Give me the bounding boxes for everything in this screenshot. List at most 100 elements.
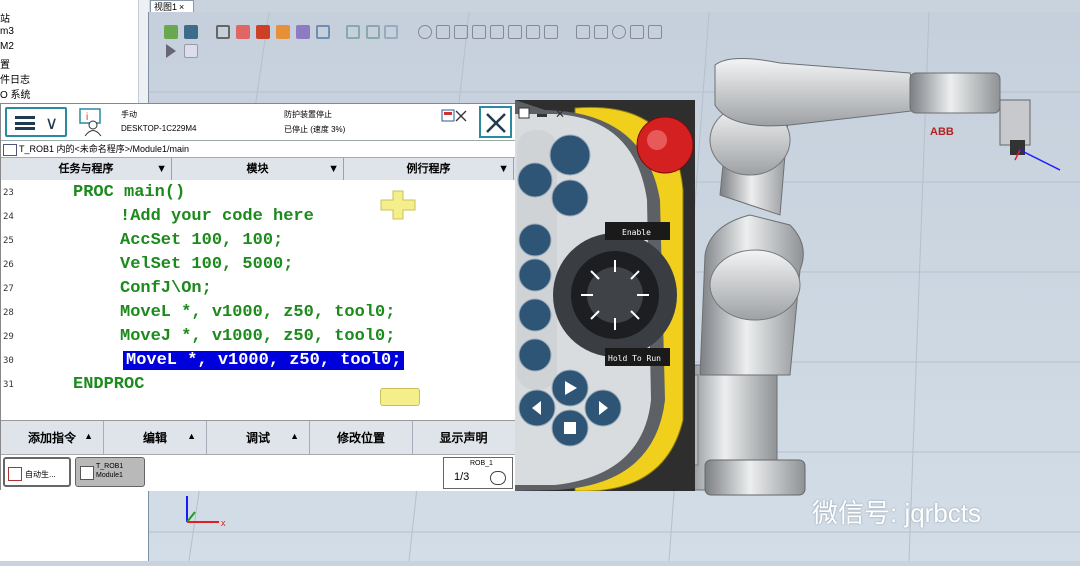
tab-view1-label: 视图1 [154, 2, 178, 12]
button-label: 调试 [245, 431, 270, 445]
code-line[interactable]: ConfJ\On; [120, 279, 212, 298]
snap-end-icon[interactable] [454, 25, 468, 39]
snap-grid-icon[interactable] [526, 25, 540, 39]
tree-item[interactable]: O 系统 [0, 86, 31, 101]
pendant-hardware: Enable Hold To Run ✕ [515, 100, 695, 491]
plus-key-icon[interactable] [380, 190, 416, 220]
measure-diameter-icon[interactable] [612, 25, 626, 39]
event-log-icon[interactable] [441, 109, 469, 123]
station-tree-panel: 站 m3 M2 置 件日志 O 系统 [0, 0, 149, 103]
snap-gravity-icon[interactable] [490, 25, 504, 39]
task-autogen[interactable]: 自动生... [3, 457, 71, 487]
toggle-key-icon[interactable] [518, 338, 552, 372]
key-programmable-icon[interactable] [551, 179, 589, 217]
task-program-editor[interactable]: T_ROB1 Module1 [75, 457, 145, 487]
play-icon[interactable] [166, 44, 176, 58]
snap-local-icon[interactable] [508, 25, 522, 39]
line-number: 26 [3, 260, 14, 270]
task-label: 自动生... [25, 470, 56, 479]
robot-model[interactable]: ABB [660, 55, 1080, 505]
measure-points-icon[interactable] [648, 25, 662, 39]
chevron-down-icon: ∨ [45, 113, 59, 133]
select-body-icon[interactable] [256, 25, 270, 39]
select-frame-icon[interactable] [366, 25, 380, 39]
snap-edge-icon[interactable] [472, 25, 486, 39]
tree-item[interactable]: 置 [0, 56, 10, 71]
code-line[interactable]: VelSet 100, 5000; [120, 255, 293, 274]
tree-item[interactable]: M2 [0, 41, 14, 52]
key-top-icon[interactable] [549, 134, 591, 176]
code-line[interactable]: MoveL *, v1000, z50, tool0; [120, 303, 395, 322]
user-status-icon[interactable]: i [77, 107, 107, 137]
add-instruction-button[interactable]: 添加指令 ▲ [1, 421, 104, 455]
measure-angle-icon[interactable] [594, 25, 608, 39]
minimize-icon[interactable] [537, 114, 547, 117]
code-editor[interactable]: 23 PROC main() 24 !Add your code here 25… [1, 180, 516, 420]
flexpendant-taskbar: 自动生... T_ROB1 Module1 ROB_1 1/3 [1, 454, 516, 491]
left-panel-lower [0, 490, 148, 561]
measure-minimum-icon[interactable] [630, 25, 644, 39]
snap-frame-icon[interactable] [544, 25, 558, 39]
tab-tasks-programs[interactable]: 任务与程序 ▼ [1, 158, 172, 180]
axis-gizmo: x [186, 496, 226, 528]
code-line[interactable]: !Add your code here [120, 207, 314, 226]
line-number: 30 [3, 356, 14, 366]
key-left-icon[interactable] [517, 162, 553, 198]
button-label: 显示声明 [439, 431, 488, 445]
tab-view1[interactable]: 视图1 × [150, 0, 194, 12]
tab-label: 例行程序 [406, 163, 451, 175]
show-declaration-button[interactable]: 显示声明 [413, 421, 514, 455]
snap-center-icon[interactable] [418, 25, 432, 39]
editor-command-bar: 添加指令 ▲ 编辑 ▲ 调试 ▲ 修改位置 显示声明 [1, 420, 516, 455]
tree-item[interactable]: 站 [0, 10, 10, 25]
increment-key-icon[interactable] [518, 298, 552, 332]
line-number: 25 [3, 236, 14, 246]
watermark: 微信号: jqrbcts [812, 498, 982, 528]
tab-routines[interactable]: 例行程序 ▼ [344, 158, 514, 180]
select-surface-icon[interactable] [236, 25, 250, 39]
code-line[interactable]: MoveJ *, v1000, z50, tool0; [120, 327, 395, 346]
minus-key-icon[interactable] [380, 388, 420, 406]
debug-button[interactable]: 调试 ▲ [207, 421, 310, 455]
menu-up-icon: ▲ [290, 431, 299, 441]
edit-button[interactable]: 编辑 ▲ [104, 421, 207, 455]
dropdown-icon: ▼ [328, 163, 339, 175]
quickset-button[interactable]: ROB_1 1/3 [443, 457, 513, 489]
tab-label: 任务与程序 [58, 163, 114, 175]
select-curve-icon[interactable] [216, 25, 230, 39]
run-mode-icon [490, 471, 506, 485]
select-mechanism-icon[interactable] [296, 25, 310, 39]
state-label: 防护装置停止 [284, 110, 332, 119]
abb-logo: ABB [930, 126, 954, 138]
snap-middle-icon[interactable] [436, 25, 450, 39]
motion-mode-key-icon[interactable] [518, 258, 552, 292]
tree-item[interactable]: m3 [0, 26, 14, 37]
abb-menu-button[interactable]: ∨ [5, 107, 67, 137]
svg-text:x: x [221, 518, 226, 528]
tab-modules[interactable]: 模块 ▼ [172, 158, 344, 180]
code-line[interactable]: PROC main() [73, 183, 185, 202]
line-number: 28 [3, 308, 14, 318]
code-line[interactable]: ENDPROC [73, 375, 144, 394]
code-line[interactable]: AccSet 100, 100; [120, 231, 283, 250]
snap-object-icon[interactable] [384, 25, 398, 39]
view-center-icon[interactable] [184, 25, 198, 39]
select-group-icon[interactable] [316, 25, 330, 39]
program-path-text: T_ROB1 内的<未命名程序>/Module1/main [19, 144, 190, 154]
task-label: T_ROB1 Module1 [96, 463, 124, 479]
close-icon[interactable]: ✕ [555, 107, 565, 121]
select-target-icon[interactable] [346, 25, 360, 39]
view-all-icon[interactable] [164, 25, 178, 39]
close-button[interactable] [479, 106, 512, 138]
tree-item[interactable]: 件日志 [0, 71, 30, 86]
close-icon[interactable]: × [179, 2, 184, 12]
dropdown-icon: ▼ [156, 163, 167, 175]
mechanical-unit-key-icon[interactable] [518, 223, 552, 257]
measure-distance-icon[interactable] [576, 25, 590, 39]
line-number: 24 [3, 212, 14, 222]
stop-icon[interactable] [184, 44, 198, 58]
select-part-icon[interactable] [276, 25, 290, 39]
restore-icon[interactable] [518, 107, 530, 119]
modify-position-button[interactable]: 修改位置 [310, 421, 413, 455]
code-line-selected[interactable]: MoveL *, v1000, z50, tool0; [123, 351, 405, 370]
